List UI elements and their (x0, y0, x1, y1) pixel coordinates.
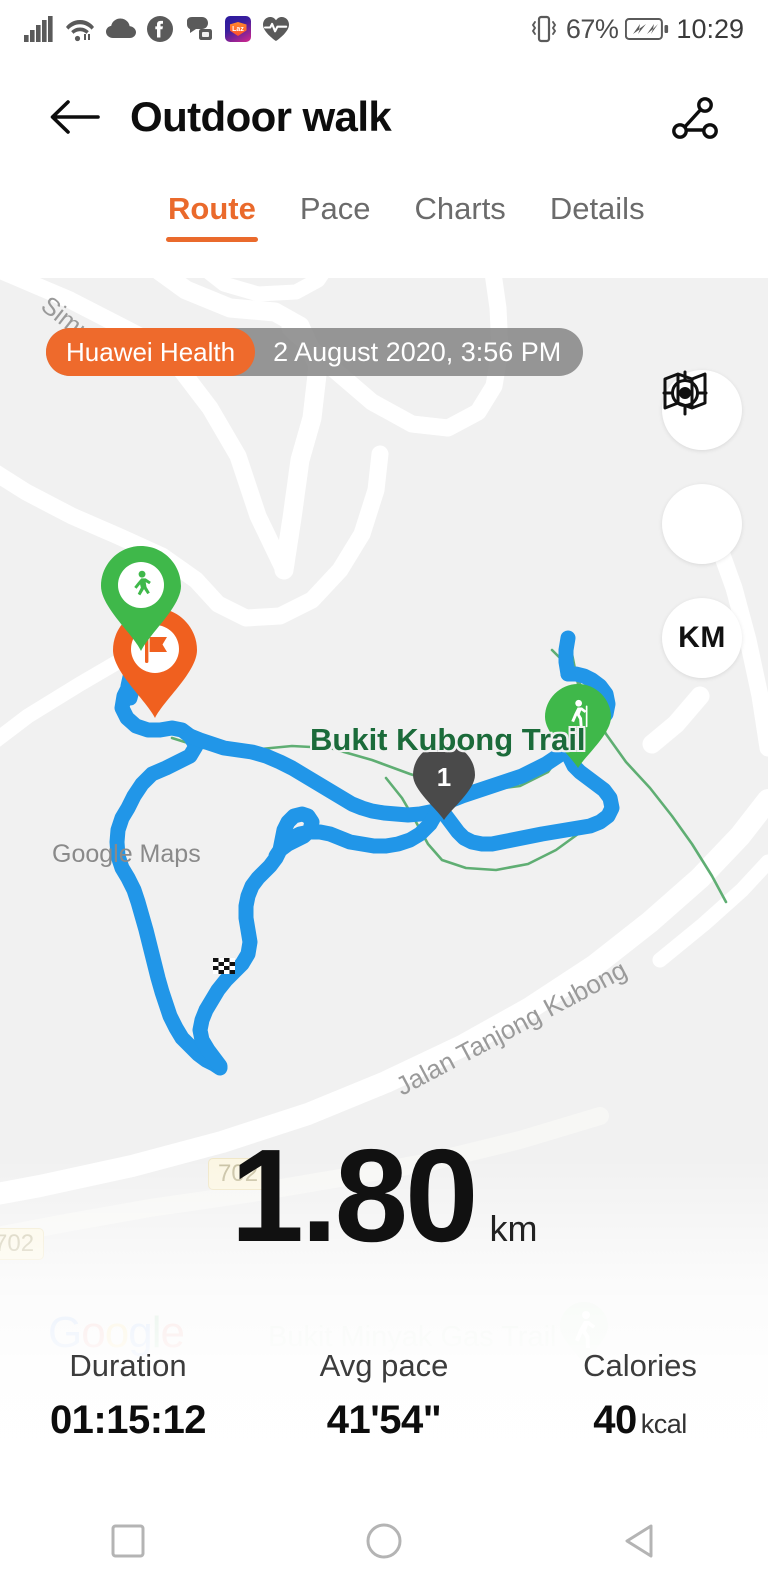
stat-calories: Calories 40kcal (512, 1348, 768, 1443)
stat-calories-number: 40 (593, 1398, 637, 1442)
map-controls: KM (662, 370, 742, 678)
distance-unit: km (489, 1208, 537, 1250)
stat-duration-value: 01:15:12 (50, 1398, 206, 1443)
stat-calories-value: 40kcal (593, 1398, 687, 1443)
messenger-game-icon (184, 16, 214, 42)
square-icon (110, 1523, 146, 1559)
stat-duration-label: Duration (69, 1348, 186, 1384)
tab-details[interactable]: Details (528, 186, 667, 232)
triangle-left-icon (622, 1522, 658, 1560)
stat-duration-number: 01:15:12 (50, 1398, 206, 1442)
phone-screen: Laz 67% 10:29 (0, 0, 768, 1593)
home-button[interactable] (339, 1506, 429, 1576)
stat-duration: Duration 01:15:12 (0, 1348, 256, 1443)
tab-bar: Route Pace Charts Details (0, 186, 768, 278)
google-maps-attribution: Google Maps (52, 840, 201, 869)
stat-calories-label: Calories (583, 1348, 697, 1384)
vibrate-icon (529, 15, 559, 43)
circle-icon (365, 1522, 403, 1560)
battery-percent-label: 67% (566, 14, 619, 45)
stat-avg-pace-value: 41'54" (327, 1398, 441, 1443)
units-toggle-button[interactable]: KM (662, 598, 742, 678)
lazada-glyph: Laz (230, 22, 247, 36)
status-bar-left-icons: Laz (24, 16, 290, 42)
wifi-icon (65, 16, 95, 42)
android-nav-bar (0, 1488, 768, 1593)
share-button[interactable] (666, 90, 724, 148)
map-canvas: 1 (0, 278, 768, 1488)
stat-avg-pace-label: Avg pace (320, 1348, 449, 1384)
heart-rate-icon (262, 16, 290, 42)
stat-avg-pace-number: 41'54" (327, 1398, 441, 1442)
recents-button[interactable] (83, 1506, 173, 1576)
stat-avg-pace: Avg pace 41'54" (256, 1348, 512, 1443)
tab-pace[interactable]: Pace (278, 186, 393, 232)
back-arrow-icon (48, 96, 100, 138)
tab-charts[interactable]: Charts (393, 186, 528, 232)
distance-row: 1.80 km (0, 1130, 768, 1262)
tab-route[interactable]: Route (146, 186, 278, 232)
back-button[interactable] (595, 1506, 685, 1576)
map-layers-button[interactable] (662, 484, 742, 564)
route-map[interactable]: 1 (0, 278, 768, 1488)
huawei-health-badge: Huawei Health 2 August 2020, 3:56 PM (46, 328, 583, 376)
back-arrow-button[interactable] (44, 87, 104, 147)
status-bar-clock: 10:29 (676, 14, 744, 45)
svg-text:1: 1 (437, 762, 451, 792)
signal-bars-icon (24, 16, 54, 42)
facebook-icon (147, 16, 173, 42)
cloud-icon (106, 18, 136, 40)
stat-calories-unit: kcal (641, 1409, 687, 1439)
map-folded-icon (662, 370, 708, 412)
battery-charging-icon (625, 17, 669, 41)
distance-value: 1.80 (231, 1130, 476, 1262)
trail-name-label: Bukit Kubong Trail (310, 722, 586, 758)
status-bar-right-icons: 67% 10:29 (529, 14, 744, 45)
distance-summary: 1.80 km (0, 1130, 768, 1262)
status-bar: Laz 67% 10:29 (0, 0, 768, 58)
km-text-icon: KM (678, 621, 726, 655)
badge-app-name: Huawei Health (46, 328, 255, 376)
app-bar: Outdoor walk (0, 58, 768, 176)
checkered-flag-marker (213, 958, 235, 974)
page-title: Outdoor walk (130, 93, 391, 141)
lazada-icon: Laz (225, 16, 251, 42)
badge-timestamp: 2 August 2020, 3:56 PM (273, 337, 561, 368)
share-icon (669, 93, 721, 145)
stats-row: Duration 01:15:12 Avg pace 41'54" Calori… (0, 1348, 768, 1443)
